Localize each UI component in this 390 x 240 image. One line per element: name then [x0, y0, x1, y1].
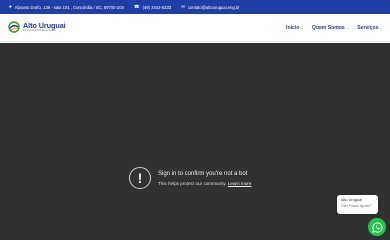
email-text[interactable]: contato@altouruguai.eng.br	[188, 5, 240, 10]
logo-mark-icon	[8, 21, 20, 33]
notice-title: Sign in to confirm you’re not a bot	[158, 170, 248, 177]
nav-item-quem-somos[interactable]: Quem Somos ⌄	[312, 25, 349, 31]
logo-text: Alto Uruguai Engenharia & Planejamento	[23, 20, 66, 33]
main-nav: Início ⌄ Quem Somos ⌄ Serviços ⌄	[286, 25, 383, 31]
phone-item[interactable]: ☎ (49) 3442-6333	[133, 3, 172, 10]
embedded-video[interactable]: ! Sign in to confirm you’re not a bot Th…	[0, 43, 390, 240]
exclamation-icon: !	[129, 167, 151, 189]
notice-body: This helps protect our community. Learn …	[158, 181, 251, 186]
chevron-down-icon: ⌄	[346, 26, 350, 30]
address-text: Abramo Dorfo, 136 - sala 101 , Concórdia…	[14, 4, 124, 10]
logo-name: Alto Uruguai	[23, 20, 66, 30]
chat-sender-name: Alto Uruguai	[341, 198, 362, 202]
notice-body-text: This helps protect our community.	[158, 180, 227, 186]
chevron-down-icon: ⌄	[300, 26, 304, 30]
site-logo[interactable]: Alto Uruguai Engenharia & Planejamento	[8, 21, 66, 33]
address-item: ● Abramo Dorfo, 136 - sala 101 , Concórd…	[9, 3, 124, 10]
learn-more-link[interactable]: Learn more	[228, 181, 252, 186]
chevron-down-icon: ⌄	[379, 26, 383, 30]
nav-item-servicos[interactable]: Serviços ⌄	[357, 25, 383, 31]
phone-text[interactable]: (49) 3442-6333	[143, 5, 172, 10]
nav-item-label: Quem Somos	[311, 25, 345, 31]
email-item[interactable]: ✉ contato@altouruguai.eng.br	[181, 3, 240, 10]
nav-item-inicio[interactable]: Início ⌄	[286, 25, 304, 31]
top-contact-bar: ● Abramo Dorfo, 136 - sala 101 , Concórd…	[0, 0, 390, 14]
whatsapp-icon	[371, 221, 382, 233]
logo-tagline: Engenharia & Planejamento	[23, 28, 56, 32]
bot-check-notice: ! Sign in to confirm you’re not a bot Th…	[129, 167, 251, 189]
site-header: Alto Uruguai Engenharia & Planejamento I…	[0, 14, 390, 42]
whatsapp-chat-bubble[interactable]: Alto Uruguai Olá! Posso ajudar?	[337, 195, 378, 214]
map-pin-icon: ●	[9, 3, 12, 9]
chat-message: Olá! Posso ajudar?	[341, 204, 372, 208]
phone-icon: ☎	[133, 3, 140, 9]
envelope-icon: ✉	[181, 3, 185, 9]
whatsapp-button[interactable]	[368, 218, 386, 236]
notice-text: Sign in to confirm you’re not a bot This…	[158, 171, 251, 186]
nav-item-label: Serviços	[357, 25, 379, 31]
nav-item-label: Início	[286, 25, 300, 31]
